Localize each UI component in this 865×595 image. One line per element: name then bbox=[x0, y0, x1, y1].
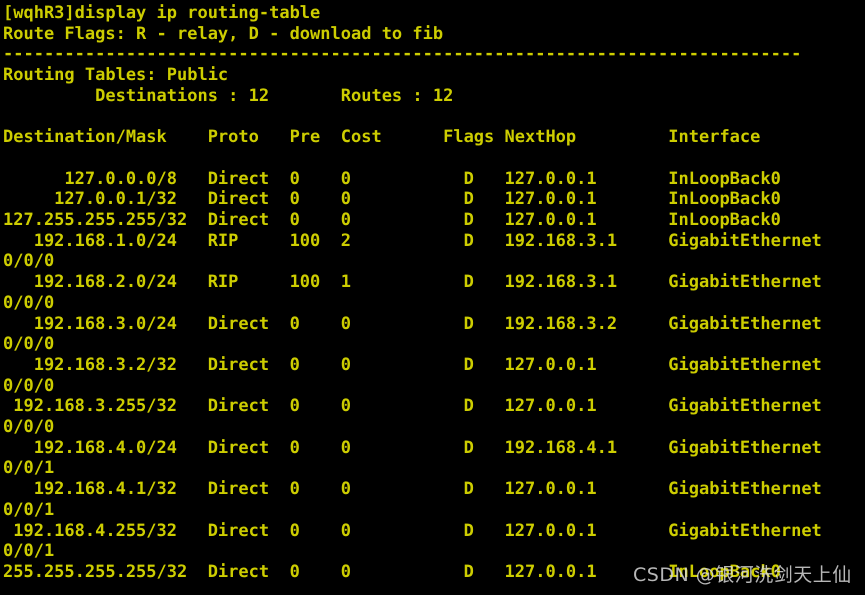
terminal-output: [wqhR3]display ip routing-table Route Fl… bbox=[3, 3, 822, 582]
terminal-window[interactable]: [wqhR3]display ip routing-table Route Fl… bbox=[0, 0, 865, 595]
